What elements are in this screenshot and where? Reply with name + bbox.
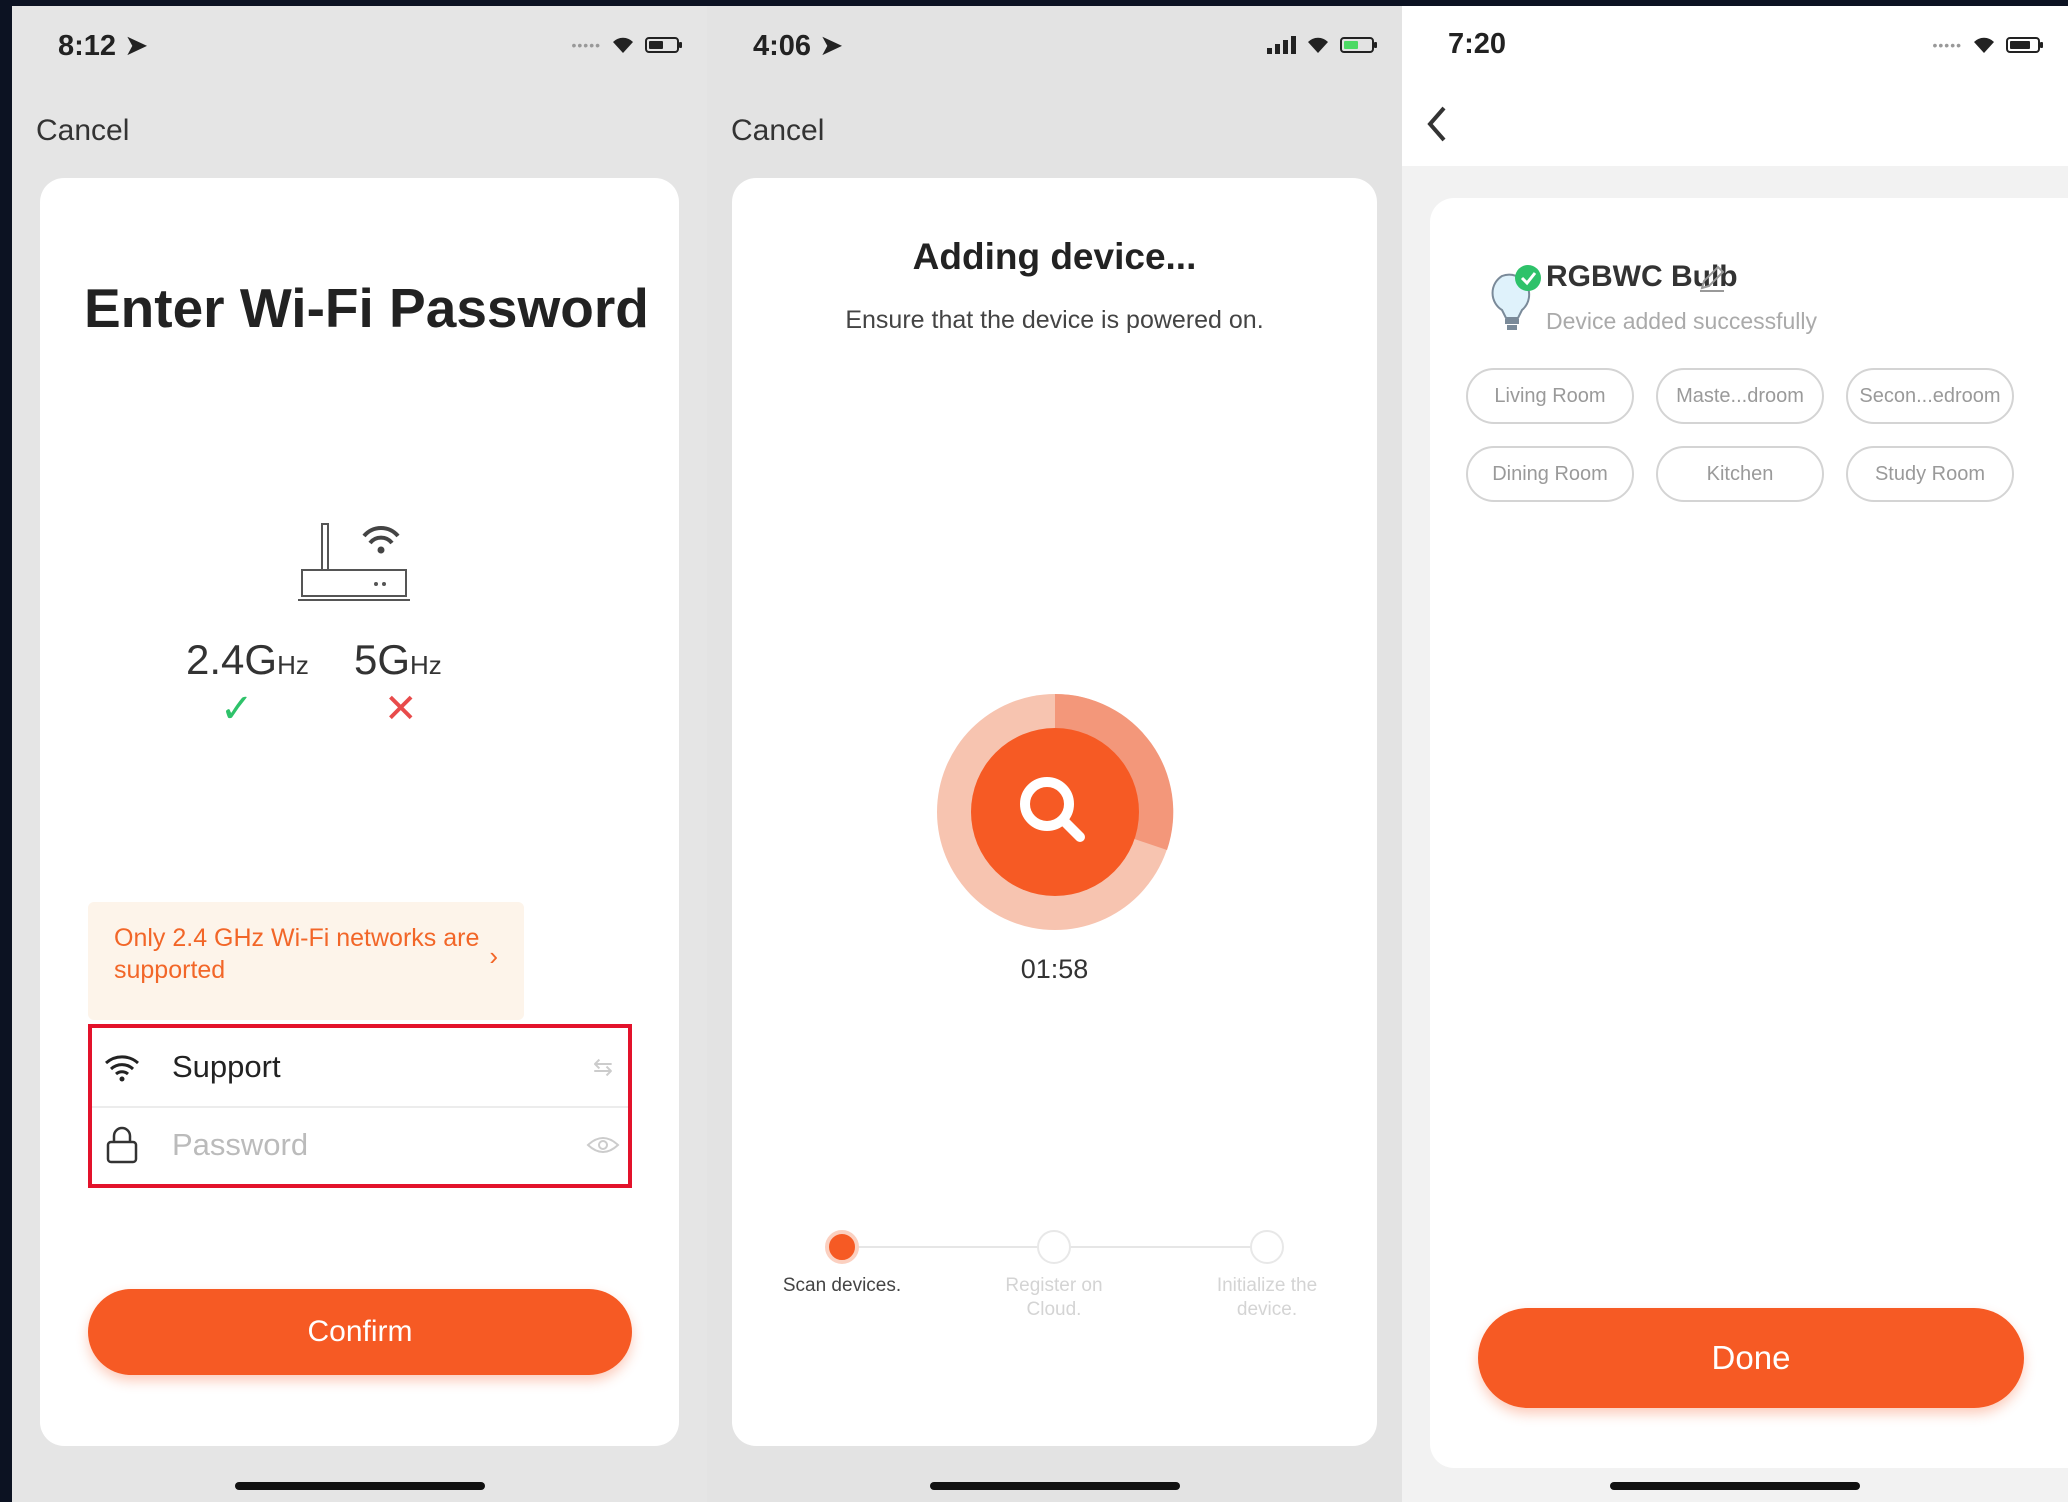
status-time: 8:12 ➤ — [58, 30, 149, 62]
band-5ghz-unit: Hz — [410, 650, 442, 680]
status-bar: 8:12 ➤ ••••• — [12, 6, 707, 86]
password-input[interactable]: Password — [172, 1127, 578, 1163]
band-2-4ghz-value: 2.4G — [186, 636, 278, 683]
step-initialize-label: Initialize the device. — [1216, 1275, 1318, 1320]
battery-charging-icon — [1340, 37, 1377, 53]
bulb-icon — [1491, 265, 1541, 330]
check-icon: ✓ — [220, 687, 254, 731]
room-chip-master-bedroom[interactable]: Maste...droom — [1656, 368, 1824, 424]
battery-icon — [2006, 37, 2043, 53]
status-time: 4:06 ➤ — [753, 30, 844, 62]
home-indicator — [234, 1482, 485, 1490]
wifi-status-icon — [1308, 37, 1328, 53]
countdown-timer: 01:58 — [1020, 954, 1089, 984]
wifi-credentials-form: Support ⇆ Password — [88, 1024, 632, 1188]
power-hint: Ensure that the device is powered on. — [845, 306, 1264, 334]
status-time: 7:20 — [1448, 28, 1507, 60]
step-scan: Scan devices. — [772, 1230, 912, 1298]
done-button[interactable]: Done — [1478, 1308, 2024, 1408]
status-icons: ••••• — [1932, 36, 2043, 54]
nav-bar: 7:20 ••••• — [1402, 6, 2068, 166]
band-2-4ghz-unit: Hz — [277, 650, 309, 680]
band-notice[interactable]: Only 2.4 GHz Wi-Fi networks are supporte… — [88, 902, 524, 1020]
band-notice-text: Only 2.4 GHz Wi-Fi networks are supporte… — [114, 924, 480, 984]
device-added-screen: 7:20 ••••• RGBWC Bulb Device added succe… — [1402, 6, 2068, 1502]
band-5ghz-value: 5G — [354, 636, 411, 683]
step-register: Register on Cloud. — [984, 1230, 1124, 1322]
wifi-password-screen: 8:12 ➤ ••••• Cancel Enter Wi-Fi Password… — [12, 6, 707, 1502]
room-chip-kitchen[interactable]: Kitchen — [1656, 446, 1824, 502]
device-card: RGBWC Bulb Device added successfully Liv… — [1430, 198, 2068, 1468]
lock-icon — [92, 1126, 152, 1164]
scan-radar — [937, 693, 1174, 930]
step-initialize: Initialize the device. — [1197, 1230, 1337, 1322]
password-row[interactable]: Password — [92, 1106, 628, 1184]
cancel-button[interactable]: Cancel — [731, 114, 824, 148]
status-bar: 7:20 ••••• — [1402, 6, 2068, 86]
adding-device-screen: 4:06 ➤ Cancel Adding device... Ensure th… — [707, 6, 1402, 1502]
wifi-card: Enter Wi-Fi Password 2.4GHz ✓ 5GHz ✕ Onl… — [40, 178, 679, 1446]
status-icons — [1266, 36, 1377, 54]
step-scan-label: Scan devices. — [782, 1275, 902, 1296]
cross-icon: ✕ — [384, 687, 418, 731]
step-register-label: Register on Cloud. — [1005, 1275, 1103, 1320]
ssid-value: Support — [172, 1049, 281, 1084]
room-chip-study-room[interactable]: Study Room — [1846, 446, 2014, 502]
band-5ghz: 5GHz — [354, 636, 442, 684]
home-indicator — [929, 1482, 1180, 1490]
cancel-button[interactable]: Cancel — [36, 114, 129, 148]
page-title: Adding device... — [912, 236, 1197, 277]
wifi-status-icon — [1974, 37, 1994, 53]
room-chip-second-bedroom[interactable]: Secon...edroom — [1846, 368, 2014, 424]
eye-icon[interactable] — [578, 1135, 628, 1155]
edit-pencil-icon[interactable] — [1698, 264, 1726, 292]
progress-card: Adding device... Ensure that the device … — [732, 178, 1377, 1446]
confirm-button[interactable]: Confirm — [88, 1289, 632, 1375]
band-2-4ghz: 2.4GHz — [186, 636, 309, 684]
device-added-status: Device added successfully — [1546, 308, 1818, 334]
back-chevron-icon[interactable] — [1424, 104, 1448, 144]
device-step-icon — [1250, 1230, 1284, 1264]
status-icons: ••••• — [571, 36, 682, 54]
router-icon — [298, 523, 410, 601]
room-chip-dining-room[interactable]: Dining Room — [1466, 446, 1634, 502]
home-indicator — [1610, 1482, 1860, 1490]
room-chip-living-room[interactable]: Living Room — [1466, 368, 1634, 424]
wifi-status-icon — [613, 37, 633, 53]
ssid-row[interactable]: Support ⇆ — [92, 1028, 628, 1108]
wifi-icon — [92, 1052, 152, 1082]
status-bar: 4:06 ➤ — [707, 6, 1402, 86]
signal-icon: ••••• — [1932, 37, 1962, 53]
switch-network-icon[interactable]: ⇆ — [578, 1053, 628, 1082]
chevron-right-icon: › — [489, 941, 498, 971]
cellular-signal-icon — [1267, 36, 1296, 54]
battery-icon — [645, 37, 682, 53]
cloud-step-icon — [1037, 1230, 1071, 1264]
signal-icon: ••••• — [571, 37, 601, 53]
step-scan-dot — [825, 1230, 859, 1264]
page-title: Enter Wi-Fi Password — [84, 277, 649, 339]
progress-steps: Scan devices. Register on Cloud. Initial… — [732, 1208, 1377, 1328]
